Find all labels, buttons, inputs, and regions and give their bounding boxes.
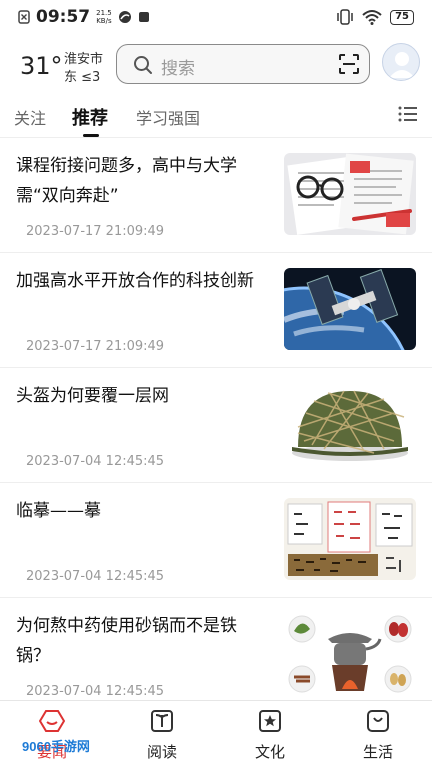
watermark: 9060手游网 xyxy=(22,739,90,754)
channel-menu-icon[interactable] xyxy=(398,106,418,122)
star-badge-icon xyxy=(259,710,281,732)
active-tab-indicator xyxy=(83,134,99,137)
news-thumbnail-calligraphy xyxy=(284,498,416,580)
news-item[interactable]: 临摹——摹 2023-07-04 12:45:45 xyxy=(0,483,432,598)
vibrate-icon xyxy=(337,9,353,25)
tab-follow[interactable]: 关注 xyxy=(14,105,46,129)
news-thumbnail-herbal-pot xyxy=(284,613,416,695)
battery-indicator: 75 xyxy=(390,9,414,25)
news-thumbnail-helmet xyxy=(284,383,416,465)
news-feed[interactable]: 课程衔接问题多，高中与大学需“双向奔赴” 2023-07-17 21:09:49… xyxy=(0,138,432,700)
news-thumbnail-documents xyxy=(284,153,416,235)
news-title: 临摹——摹 xyxy=(16,501,101,521)
news-title: 为何熬中药使用砂锅而不是铁锅？ xyxy=(16,616,237,666)
news-title: 加强高水平开放合作的科技创新 xyxy=(16,271,254,291)
news-hexagon-icon xyxy=(38,710,66,732)
news-thumbnail-space-station xyxy=(284,268,416,350)
weather-wind[interactable]: 东 ≤3 xyxy=(64,66,100,85)
search-icon xyxy=(134,56,152,74)
news-item[interactable]: 课程衔接问题多，高中与大学需“双向奔赴” 2023-07-17 21:09:49 xyxy=(0,138,432,253)
news-item[interactable]: 头盔为何要覆一层网 2023-07-04 12:45:45 xyxy=(0,368,432,483)
news-time: 2023-07-17 21:09:49 xyxy=(26,339,165,354)
nav-life[interactable]: 生活 xyxy=(348,709,408,762)
news-title: 课程衔接问题多，高中与大学需“双向奔赴” xyxy=(16,156,237,206)
weather-city[interactable]: 淮安市 xyxy=(64,48,103,67)
nav-culture-label: 文化 xyxy=(254,743,285,761)
channel-tabs: 关注 推荐 学习强国 xyxy=(0,92,432,138)
news-time: 2023-07-04 12:45:45 xyxy=(26,454,165,469)
network-speed: 21.5 KB/s xyxy=(96,9,112,25)
news-item[interactable]: 加强高水平开放合作的科技创新 2023-07-17 21:09:49 xyxy=(0,253,432,368)
weather-temperature[interactable]: 31° xyxy=(20,52,63,80)
nav-reading[interactable]: 阅读 xyxy=(132,709,192,762)
wifi-icon xyxy=(362,10,382,25)
news-time: 2023-07-04 12:45:45 xyxy=(26,684,165,699)
nav-life-label: 生活 xyxy=(362,743,393,761)
square-status-icon xyxy=(138,12,149,22)
search-placeholder: 搜索 xyxy=(161,59,195,79)
user-icon xyxy=(389,52,415,78)
search-input[interactable]: 搜索 xyxy=(116,44,370,84)
news-item[interactable]: 为何熬中药使用砂锅而不是铁锅？ 2023-07-04 12:45:45 xyxy=(0,598,432,700)
scan-icon[interactable] xyxy=(339,54,359,74)
news-time: 2023-07-04 12:45:45 xyxy=(26,569,165,584)
status-bar: 09:57 21.5 KB/s 75 xyxy=(0,0,432,34)
avatar[interactable] xyxy=(382,43,420,81)
bottom-navigation: 要闻 阅读 文化 生活 xyxy=(0,700,432,768)
tab-xuexi-qiangguo[interactable]: 学习强国 xyxy=(136,105,200,129)
book-icon xyxy=(151,710,173,732)
bag-icon xyxy=(367,710,389,732)
tab-recommend[interactable]: 推荐 xyxy=(72,104,108,130)
nav-reading-label: 阅读 xyxy=(146,743,177,761)
news-title: 头盔为何要覆一层网 xyxy=(16,386,169,406)
header: 31° 淮安市 东 ≤3 搜索 xyxy=(0,40,432,90)
news-time: 2023-07-17 21:09:49 xyxy=(26,224,165,239)
clock: 09:57 xyxy=(36,7,91,27)
app-status-icon xyxy=(118,11,131,23)
notification-icon xyxy=(18,10,30,24)
nav-culture[interactable]: 文化 xyxy=(240,709,300,762)
